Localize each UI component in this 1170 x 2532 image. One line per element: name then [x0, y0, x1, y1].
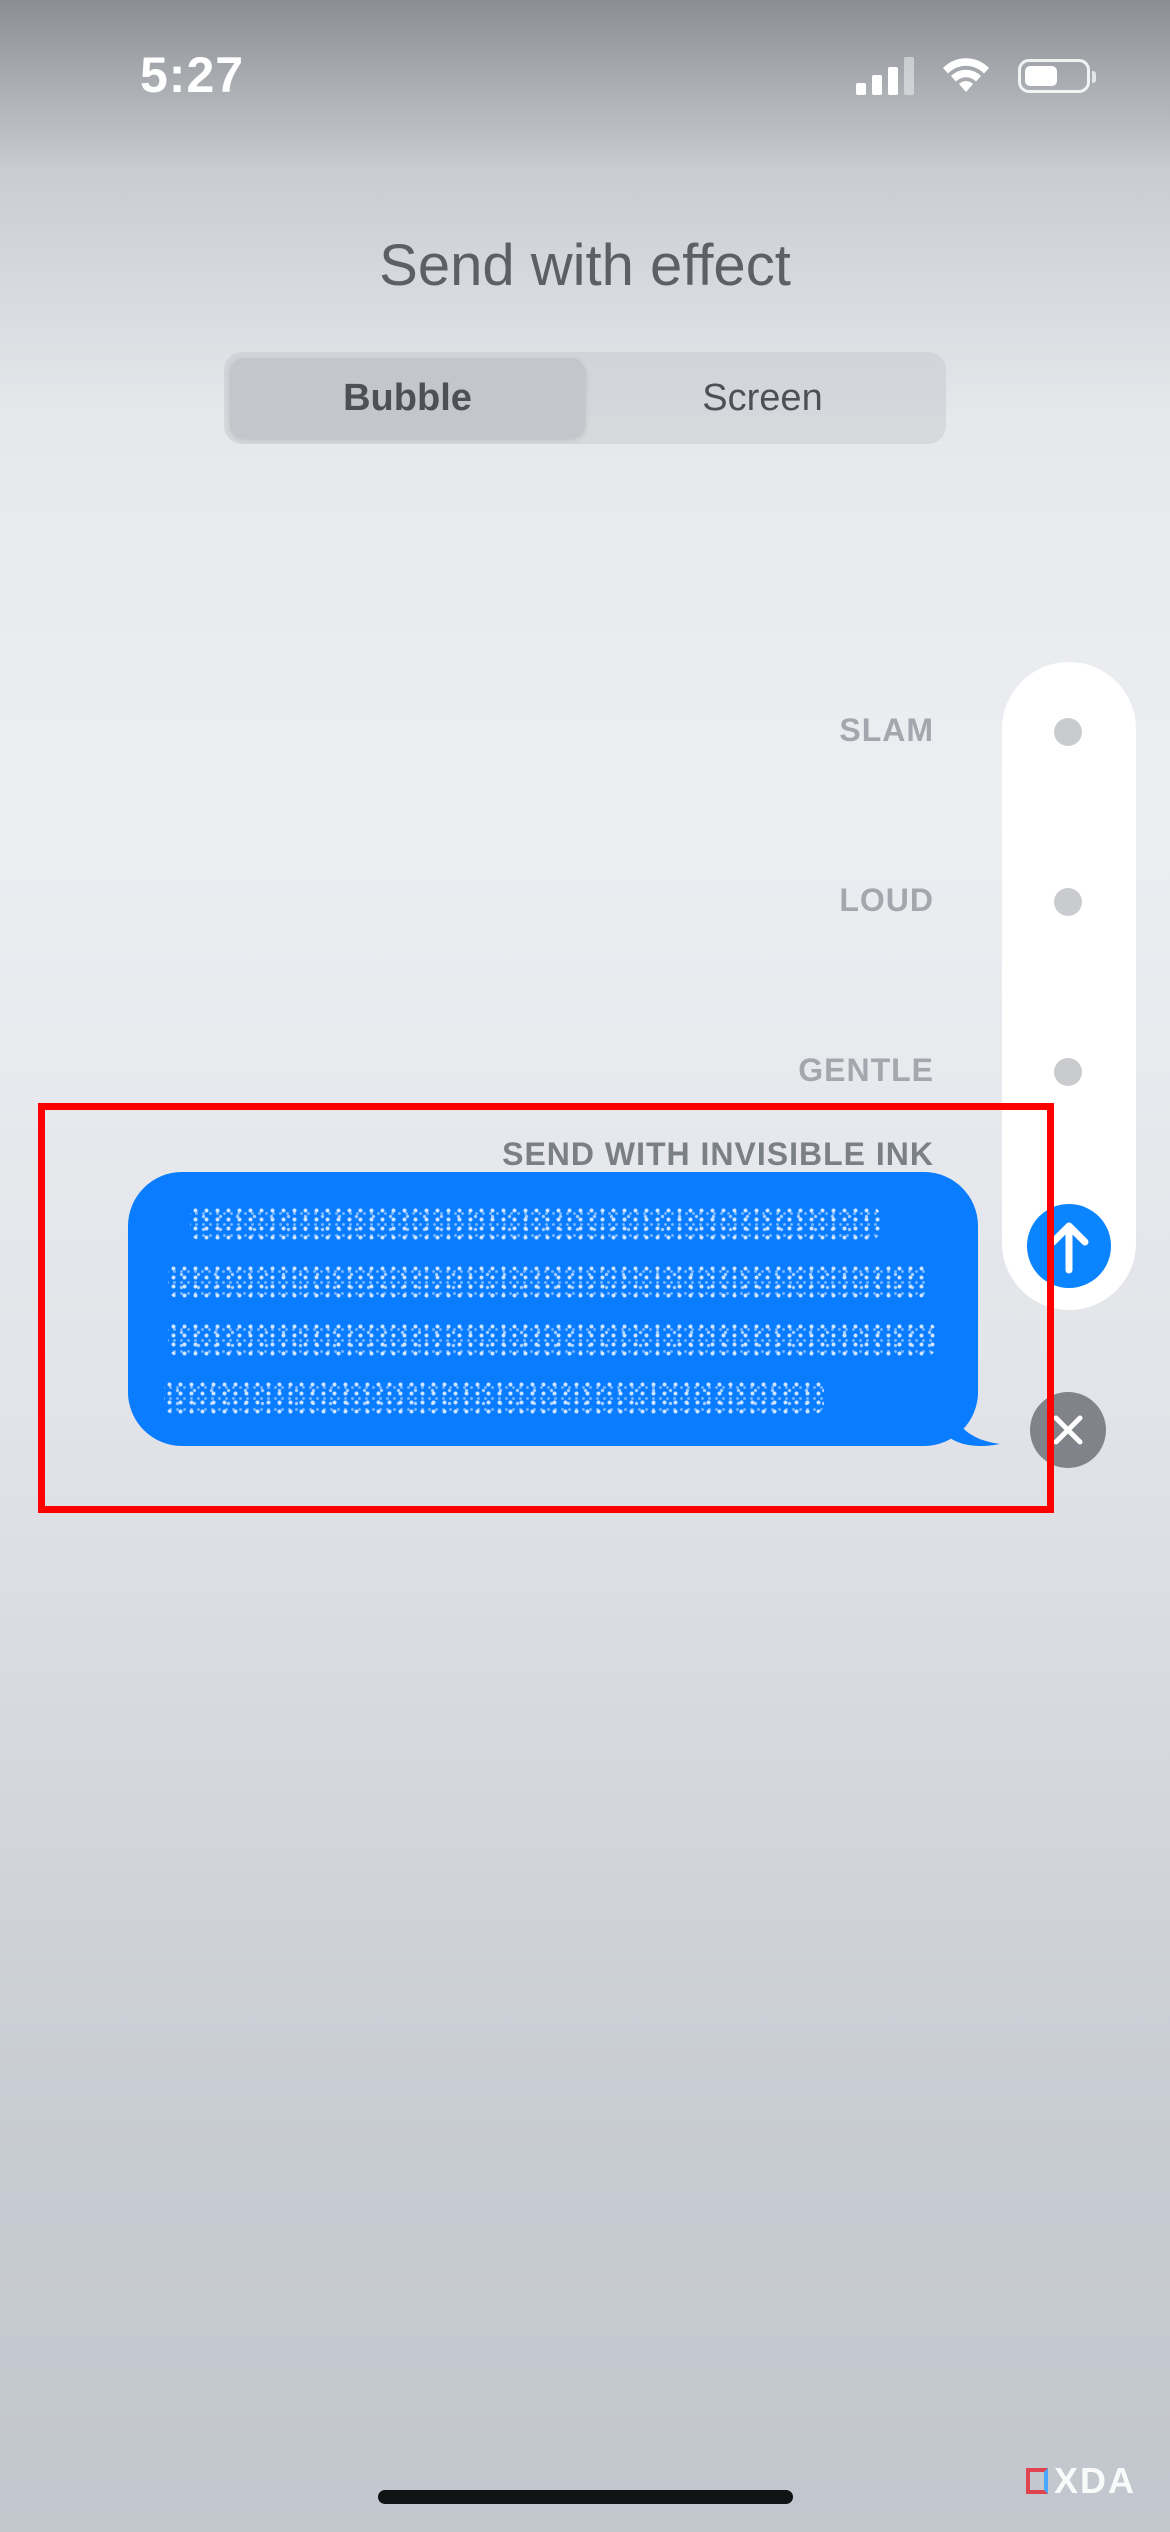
tab-bubble[interactable]: Bubble	[230, 358, 585, 438]
status-time: 5:27	[140, 47, 245, 103]
battery-icon	[1018, 59, 1096, 93]
effect-label-gentle[interactable]: GENTLE	[798, 1052, 934, 1089]
xda-watermark: XDA	[1025, 2460, 1136, 2502]
effect-label-slam[interactable]: SLAM	[839, 712, 934, 749]
page-title: Send with effect	[379, 233, 791, 298]
watermark-text: XDA	[1053, 2460, 1136, 2501]
effect-option-gentle[interactable]	[1054, 1058, 1082, 1086]
close-icon	[1053, 1415, 1083, 1445]
status-icons	[856, 56, 1096, 96]
effect-option-slam[interactable]	[1054, 718, 1082, 746]
home-indicator[interactable]	[378, 2490, 793, 2504]
wifi-icon	[943, 58, 989, 92]
effect-type-tabs: Bubble Screen	[224, 352, 946, 444]
highlight-annotation	[38, 1103, 1054, 1513]
xda-logo-icon	[1025, 2468, 1048, 2494]
battery-level	[1025, 66, 1057, 86]
effect-label-loud[interactable]: LOUD	[839, 882, 934, 919]
cellular-signal-icon	[856, 57, 914, 95]
status-bar: 5:27	[0, 0, 1170, 150]
tab-screen[interactable]: Screen	[585, 358, 940, 438]
effect-option-loud[interactable]	[1054, 888, 1082, 916]
